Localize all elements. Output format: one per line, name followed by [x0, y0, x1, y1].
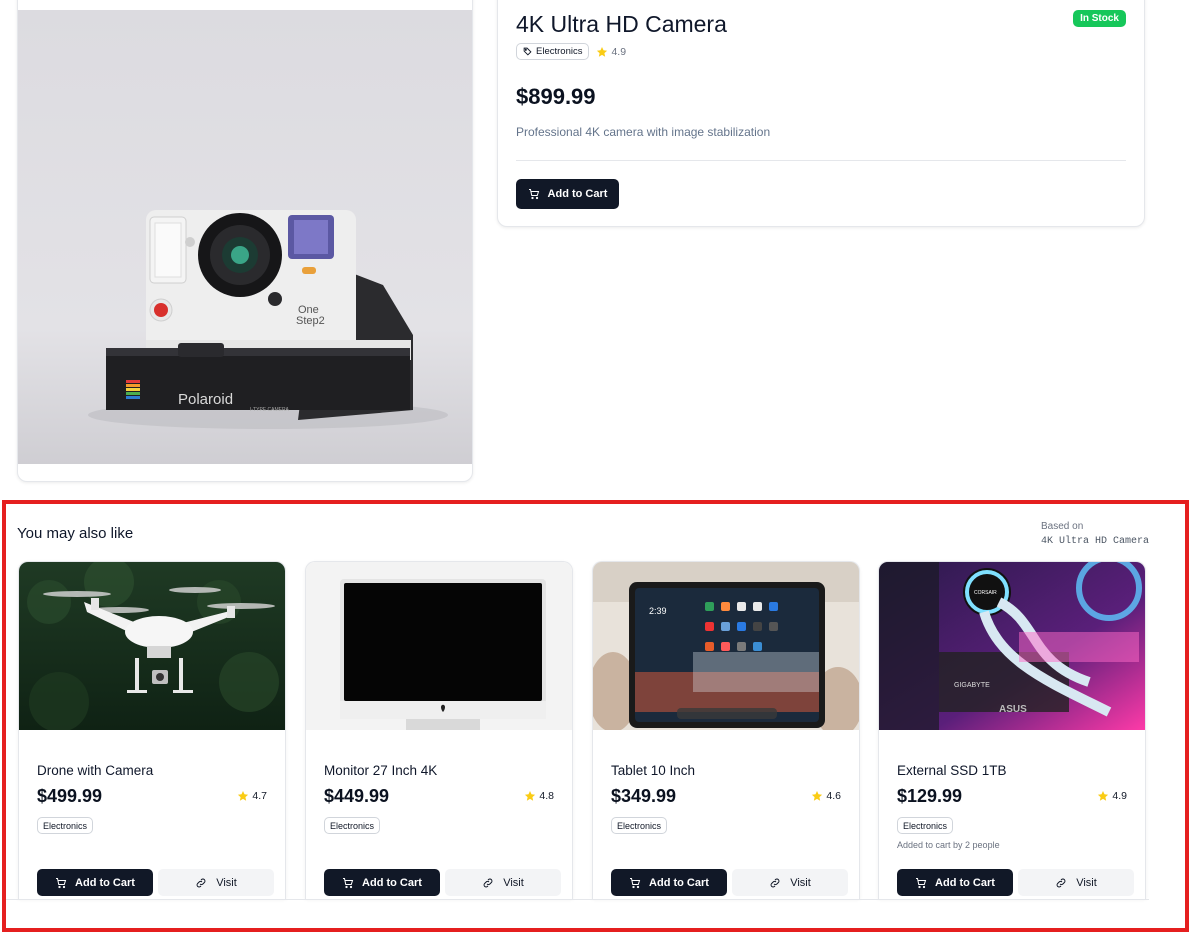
link-icon [196, 878, 206, 887]
divider [516, 160, 1126, 161]
product-rating: 4.6 [811, 790, 841, 802]
svg-text:2:39: 2:39 [649, 606, 667, 616]
cart-icon [916, 877, 927, 888]
star-icon [1098, 791, 1109, 801]
recommendations-section: You may also like Based on 4K Ultra HD C… [2, 500, 1189, 932]
cart-icon [56, 877, 67, 888]
product-price: $899.99 [516, 84, 596, 109]
add-to-cart-label: Add to Cart [75, 876, 135, 889]
polaroid-logo-text: Polaroid [178, 391, 233, 408]
product-name[interactable]: Tablet 10 Inch [611, 763, 695, 778]
product-thumbnail [19, 562, 285, 730]
product-name[interactable]: Monitor 27 Inch 4K [324, 763, 437, 778]
link-icon [770, 878, 780, 887]
product-thumbnail [306, 562, 572, 730]
product-name[interactable]: Drone with Camera [37, 763, 153, 778]
based-on-product: 4K Ultra HD Camera [1041, 536, 1150, 547]
monitor-photo [306, 562, 572, 730]
cart-icon [343, 877, 354, 888]
social-proof-note: Added to cart by 2 people [897, 840, 1000, 850]
rating-value: 4.9 [1112, 790, 1127, 802]
product-card-tablet[interactable]: 2:39 Tablet 10 Inch $349.99 4.6 Electron… [592, 561, 860, 899]
add-to-cart-label: Add to Cart [935, 876, 995, 889]
product-image-card: Polaroid I-TYPE CAMERA One Step2 [17, 0, 473, 482]
product-rating: 4.9 [1097, 790, 1127, 802]
based-on-label: Based on [1041, 521, 1084, 532]
category-chip[interactable]: Electronics [37, 817, 94, 834]
category-label: Electronics [536, 46, 583, 57]
svg-text:GIGABYTE: GIGABYTE [954, 682, 990, 689]
svg-text:I-TYPE CAMERA: I-TYPE CAMERA [250, 407, 290, 413]
category-chip[interactable]: Electronics [324, 817, 381, 834]
recommendations-basis: Based on 4K Ultra HD Camera [1041, 519, 1149, 549]
product-rating-value: 4.9 [611, 45, 627, 58]
product-card-drone[interactable]: Drone with Camera $499.99 4.7 Electronic… [18, 561, 286, 899]
star-icon [812, 791, 823, 801]
star-icon [238, 791, 249, 801]
add-to-cart-button[interactable]: Add to Cart [516, 179, 619, 209]
product-price: $449.99 [324, 786, 390, 806]
visit-label: Visit [790, 876, 811, 889]
product-thumbnail: CORSAIR GIGABYTE ASUS [879, 562, 1145, 730]
tablet-photo: 2:39 [593, 562, 859, 730]
product-thumbnail: 2:39 [593, 562, 859, 730]
rating-value: 4.7 [252, 790, 267, 802]
cart-icon [528, 189, 539, 200]
add-to-cart-button[interactable]: Add to Cart [324, 869, 440, 896]
product-info-card: 4K Ultra HD Camera In Stock Electronics … [497, 0, 1145, 227]
category-chip[interactable]: Electronics [516, 43, 590, 60]
svg-text:Step2: Step2 [296, 315, 325, 327]
star-icon [525, 791, 536, 801]
product-rating: 4.7 [237, 790, 267, 802]
product-name[interactable]: External SSD 1TB [897, 763, 1007, 778]
star-icon [597, 46, 608, 57]
product-price: $129.99 [897, 786, 963, 806]
product-price: $349.99 [611, 786, 677, 806]
product-description: Professional 4K camera with image stabil… [516, 125, 771, 139]
svg-text:CORSAIR: CORSAIR [974, 590, 997, 596]
add-to-cart-label: Add to Cart [362, 876, 422, 889]
add-to-cart-button[interactable]: Add to Cart [37, 869, 153, 896]
section-divider [6, 899, 1149, 900]
product-price: $499.99 [37, 786, 103, 806]
category-chip[interactable]: Electronics [611, 817, 668, 834]
add-to-cart-label: Add to Cart [547, 188, 608, 200]
link-icon [1056, 878, 1066, 887]
product-photo: Polaroid I-TYPE CAMERA One Step2 [18, 10, 472, 464]
product-card-monitor[interactable]: Monitor 27 Inch 4K $449.99 4.8 Electroni… [305, 561, 573, 899]
rating-value: 4.6 [826, 790, 841, 802]
rating-value: 4.8 [539, 790, 554, 802]
visit-button[interactable]: Visit [445, 869, 561, 896]
drone-photo [19, 562, 285, 730]
product-title: 4K Ultra HD Camera [516, 11, 727, 37]
add-to-cart-button[interactable]: Add to Cart [897, 869, 1013, 896]
visit-label: Visit [1076, 876, 1097, 889]
product-rating: 4.8 [524, 790, 554, 802]
tag-icon [523, 47, 532, 56]
recommendations-title: You may also like [17, 525, 134, 542]
product-meta-row: Electronics 4.9 [516, 43, 626, 60]
pc-build-photo: CORSAIR GIGABYTE ASUS [879, 562, 1145, 730]
category-chip[interactable]: Electronics [897, 817, 954, 834]
link-icon [483, 878, 493, 887]
visit-label: Visit [216, 876, 237, 889]
svg-text:ASUS: ASUS [999, 704, 1027, 715]
visit-button[interactable]: Visit [732, 869, 848, 896]
visit-button[interactable]: Visit [1018, 869, 1134, 896]
add-to-cart-button[interactable]: Add to Cart [611, 869, 727, 896]
cart-icon [630, 877, 641, 888]
stock-badge: In Stock [1073, 10, 1126, 27]
product-card-ssd[interactable]: CORSAIR GIGABYTE ASUS External SSD 1TB $… [878, 561, 1146, 899]
visit-button[interactable]: Visit [158, 869, 274, 896]
add-to-cart-label: Add to Cart [649, 876, 709, 889]
product-rating: 4.9 [596, 46, 626, 58]
visit-label: Visit [503, 876, 524, 889]
